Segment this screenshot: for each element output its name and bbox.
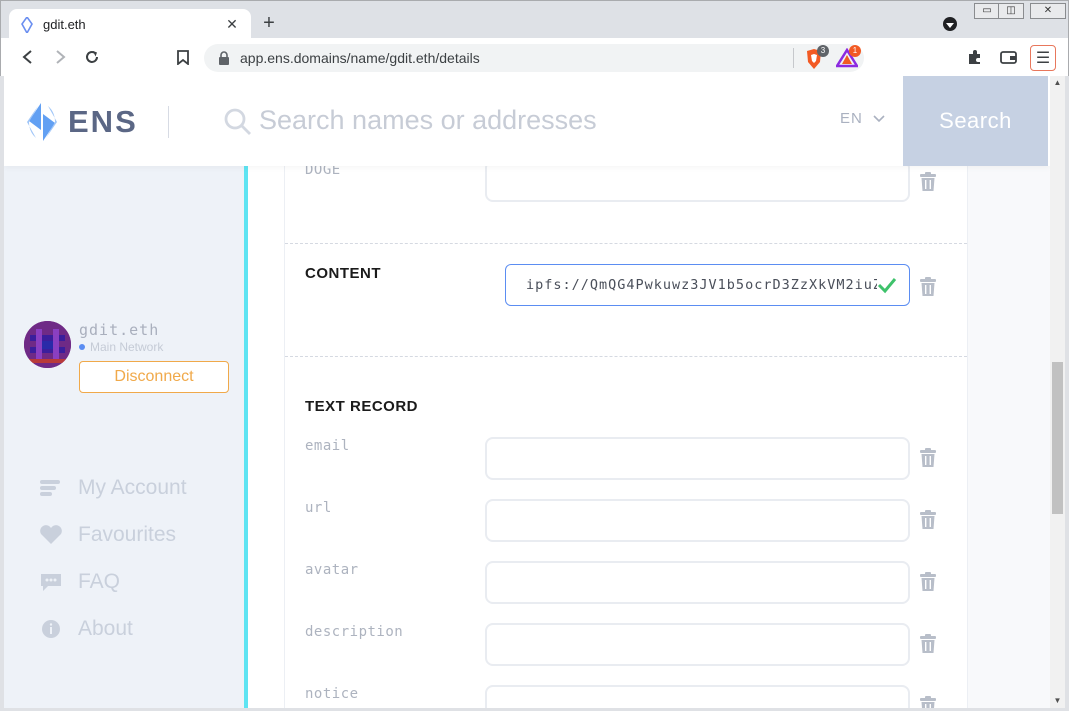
bookmark-icon[interactable] (172, 46, 194, 68)
brave-rewards-icon[interactable]: 1 (834, 45, 861, 70)
list-icon (38, 477, 64, 499)
window-close-button[interactable]: ✕ (1030, 3, 1066, 19)
extensions-puzzle-icon[interactable] (964, 46, 986, 68)
trash-icon[interactable] (919, 572, 937, 592)
new-tab-button[interactable]: + (259, 13, 279, 33)
info-icon (38, 618, 64, 640)
network-dot-icon (79, 344, 85, 350)
content-section-title: CONTENT (305, 265, 381, 282)
tab-close-icon[interactable]: ✕ (223, 16, 241, 33)
chevron-down-icon (873, 114, 885, 122)
heart-icon (38, 524, 64, 546)
trash-icon[interactable] (919, 510, 937, 530)
ens-favicon-icon (19, 16, 35, 33)
sidebar-item-label: Favourites (78, 523, 177, 546)
reload-icon[interactable] (81, 46, 103, 68)
search-icon (223, 107, 253, 137)
back-arrow-icon[interactable] (17, 46, 39, 68)
url-record-input[interactable] (485, 499, 910, 542)
ens-logo-icon[interactable] (24, 102, 60, 142)
shields-count-badge: 3 (817, 45, 829, 57)
record-label-url: url (305, 500, 332, 516)
record-label-email: email (305, 438, 350, 454)
window-maximize-button[interactable]: ◫ (998, 3, 1024, 19)
browser-tab[interactable]: gdit.eth ✕ (9, 9, 251, 40)
network-name: Main Network (90, 340, 164, 354)
sidebar-item-favourites[interactable]: Favourites (38, 523, 176, 547)
record-label-avatar: avatar (305, 562, 359, 578)
brave-shields-icon[interactable]: 3 (804, 45, 829, 70)
sidebar-item-label: FAQ (78, 570, 121, 593)
email-record-input[interactable] (485, 437, 910, 480)
content-margin (968, 166, 1008, 708)
scroll-up-icon[interactable]: ▲ (1050, 76, 1065, 90)
tab-title: gdit.eth (43, 17, 86, 32)
window-minimize-button[interactable]: ▭ (974, 3, 1000, 19)
page-scrollbar[interactable]: ▲ ▼ (1050, 76, 1065, 708)
trash-icon[interactable] (919, 448, 937, 468)
section-divider (285, 356, 967, 357)
sidebar-item-faq[interactable]: FAQ (38, 570, 120, 594)
trash-icon[interactable] (919, 634, 937, 654)
description-record-input[interactable] (485, 623, 910, 666)
page-viewport: gdit.eth Main Network Disconnect My Acco… (4, 76, 1050, 708)
section-divider (285, 243, 967, 244)
doge-address-input[interactable] (485, 160, 910, 202)
lock-icon (218, 51, 232, 65)
browser-menu-icon[interactable]: ☰ (1030, 45, 1056, 71)
network-indicator: Main Network (79, 340, 163, 354)
address-bar[interactable]: app.ens.domains/name/gdit.eth/details (204, 44, 864, 72)
sidebar-item-about[interactable]: About (38, 617, 133, 641)
header-divider (168, 106, 169, 138)
language-select[interactable]: EN (840, 110, 885, 127)
forward-arrow-icon[interactable] (49, 46, 71, 68)
record-label-notice: notice (305, 686, 359, 702)
address-bar-url: app.ens.domains/name/gdit.eth/details (240, 50, 480, 66)
trash-icon[interactable] (919, 172, 937, 192)
search-button[interactable]: Search (903, 76, 1048, 166)
content-hash-value: ipfs://QmQG4Pwkuwz3JV1b5ocrD3ZzXkVM2iuZq (526, 277, 892, 293)
sidebar: gdit.eth Main Network Disconnect My Acco… (4, 166, 244, 708)
sidebar-item-my-account[interactable]: My Account (38, 476, 187, 500)
valid-check-icon (877, 276, 897, 294)
rewards-count-badge: 1 (849, 45, 861, 57)
tab-strip: gdit.eth ✕ + ▭ ◫ ✕ (0, 0, 1069, 40)
wallet-icon[interactable] (998, 46, 1020, 68)
address-bar-separator (793, 48, 794, 68)
trash-icon[interactable] (919, 696, 937, 708)
chat-icon (38, 571, 64, 593)
trash-icon[interactable] (919, 277, 937, 297)
language-value: EN (840, 110, 863, 127)
tab-search-icon[interactable] (943, 17, 957, 31)
account-name: gdit.eth (79, 321, 160, 339)
disconnect-button[interactable]: Disconnect (79, 361, 229, 393)
content-hash-input[interactable]: ipfs://QmQG4Pwkuwz3JV1b5ocrD3ZzXkVM2iuZq (505, 264, 910, 306)
search-input[interactable] (259, 100, 819, 140)
scrollbar-thumb[interactable] (1052, 362, 1063, 514)
record-label-description: description (305, 624, 404, 640)
notice-record-input[interactable] (485, 685, 910, 708)
scroll-down-icon[interactable]: ▼ (1050, 694, 1065, 708)
avatar[interactable] (24, 321, 71, 368)
sidebar-item-label: About (78, 617, 133, 640)
app-header: ENS EN Search (4, 76, 1050, 166)
avatar-record-input[interactable] (485, 561, 910, 604)
ens-wordmark: ENS (68, 104, 138, 139)
text-record-section-title: TEXT RECORD (305, 398, 419, 415)
sidebar-item-label: My Account (78, 476, 187, 499)
